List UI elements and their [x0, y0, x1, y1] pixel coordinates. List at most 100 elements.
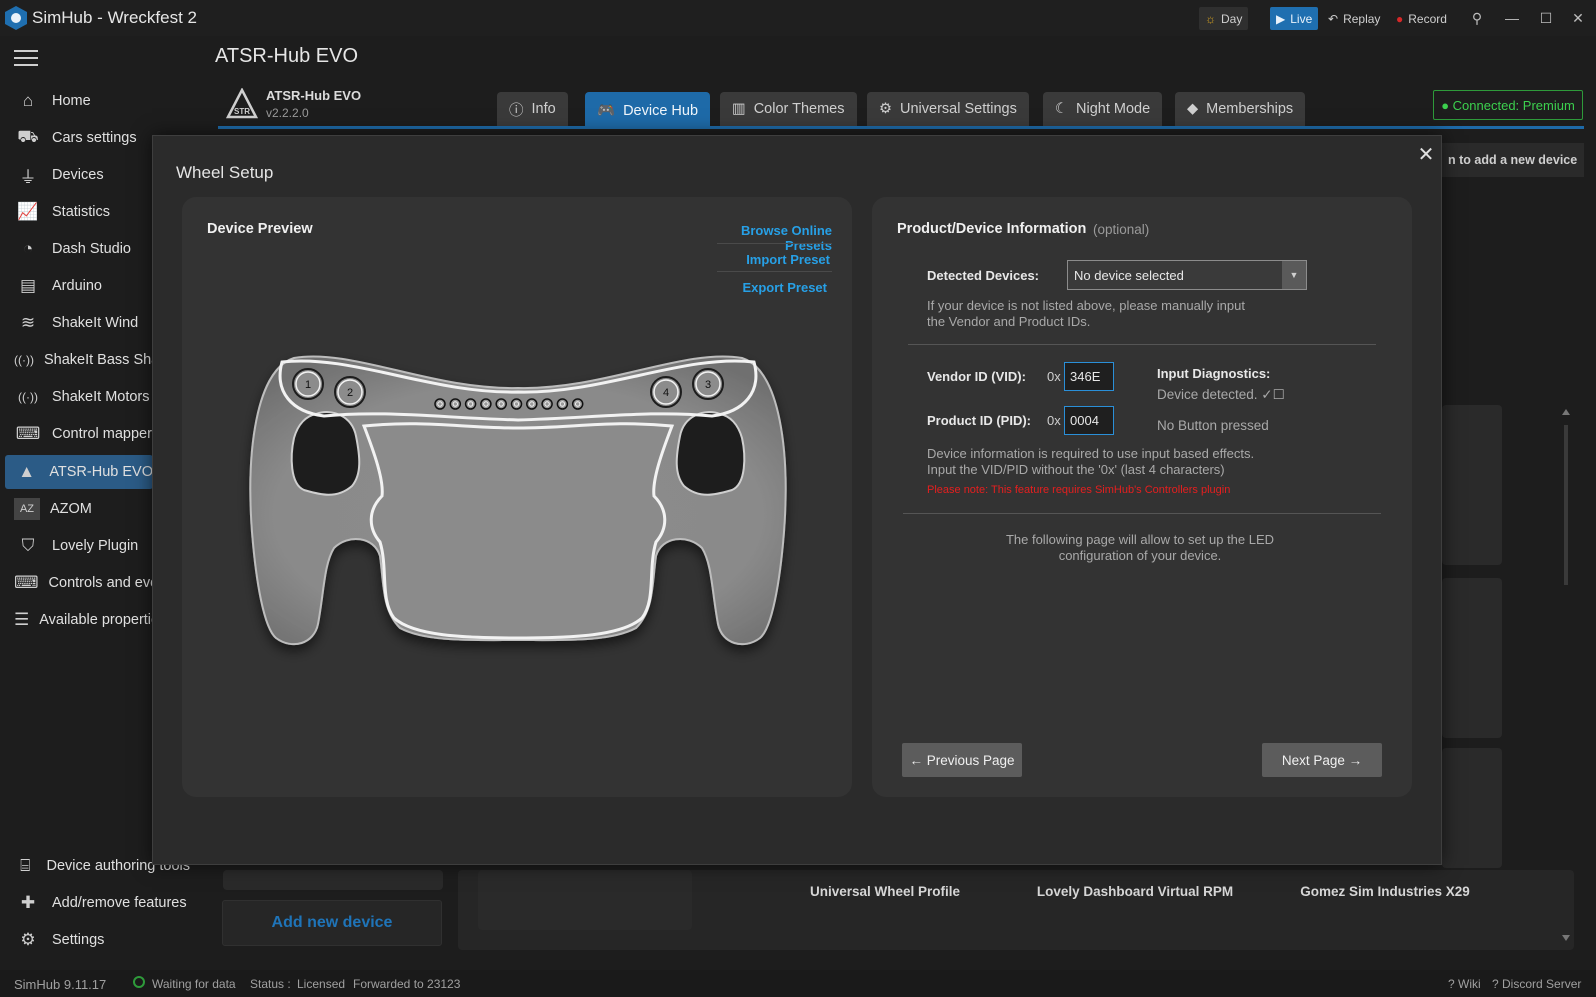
detected-devices-dropdown[interactable]: No device selected ▼: [1067, 260, 1307, 290]
record-button[interactable]: ● Record: [1390, 7, 1453, 30]
puzzle-icon: ✚: [20, 893, 36, 912]
close-icon: ✕: [1572, 9, 1584, 26]
sidebar-item-shakeit-bass[interactable]: ((·)) ShakeIt Bass Shakers: [5, 343, 153, 377]
tab-info[interactable]: ⓘ Info: [497, 92, 568, 126]
sidebar-item-label: Control mapper: [52, 426, 152, 442]
sidebar-item-atsr-hub-evo[interactable]: ▲ ATSR-Hub EVO: [5, 455, 153, 489]
window-title: SimHub - Wreckfest 2: [32, 8, 198, 27]
vibration-icon: ((·)): [18, 390, 38, 404]
sidebar-item-control-mapper[interactable]: ⌨ Control mapper: [5, 417, 153, 451]
close-icon: ✕: [1417, 143, 1435, 166]
previous-page-button[interactable]: ← Previous Page: [902, 743, 1022, 777]
tab-universal-settings[interactable]: ⚙ Universal Settings: [867, 92, 1029, 126]
sidebar-item-arduino[interactable]: ▤ Arduino: [5, 269, 153, 303]
tab-device-hub[interactable]: 🎮 Device Hub: [585, 92, 711, 129]
discord-link[interactable]: ? Discord Server: [1492, 977, 1581, 991]
sidebar-item-add-remove-features[interactable]: ✚ Add/remove features: [5, 886, 190, 920]
day-label: Day: [1221, 11, 1243, 26]
sidebar-item-dash-studio[interactable]: ◔ Dash Studio: [5, 232, 153, 266]
device-card-title: Universal Wheel Profile: [809, 884, 961, 899]
browse-online-presets-link[interactable]: Browse Online Presets: [697, 223, 832, 253]
wiki-link[interactable]: ? Wiki: [1448, 977, 1481, 991]
hint-line: Input the VID/PID without the '0x' (last…: [927, 462, 1225, 477]
gear-icon: ⚙: [20, 930, 36, 949]
status-indicator-icon: [133, 976, 145, 988]
device-info-heading: Product/Device Information: [897, 221, 1087, 237]
tab-memberships[interactable]: ◆ Memberships: [1175, 92, 1306, 126]
arduino-icon: ▤: [19, 276, 37, 295]
product-id-prefix: 0x: [1047, 413, 1061, 428]
vendor-id-prefix: 0x: [1047, 369, 1061, 384]
sidebar-item-label: AZOM: [50, 501, 92, 517]
hint-line: configuration of your device.: [1058, 548, 1222, 563]
controllers-plugin-warning: Please note: This feature requires SimHu…: [927, 484, 1231, 496]
export-preset-link[interactable]: Export Preset: [697, 280, 827, 295]
divider: [717, 271, 832, 272]
button-2: 2: [334, 376, 366, 408]
diamond-icon: ◆: [1187, 101, 1199, 117]
svg-text:STR: STR: [234, 107, 250, 116]
sidebar-item-statistics[interactable]: 📈 Statistics: [5, 195, 153, 229]
device-card[interactable]: [1442, 748, 1502, 868]
vendor-id-input[interactable]: [1064, 362, 1114, 391]
minimize-button[interactable]: —: [1497, 6, 1527, 30]
tab-night-mode[interactable]: ☾ Night Mode: [1043, 92, 1163, 126]
sidebar-item-label: ShakeIt Bass Shakers: [43, 352, 153, 368]
device-card[interactable]: [1442, 578, 1502, 738]
device-card[interactable]: [1442, 405, 1502, 565]
sidebar-item-azom[interactable]: AZ AZOM: [5, 492, 153, 526]
license-status: Licensed: [297, 977, 346, 991]
keyboard-icon: ⌨: [14, 573, 39, 592]
sidebar-item-shakeit-motors[interactable]: ((·)) ShakeIt Motors: [5, 380, 153, 414]
maximize-button[interactable]: ☐: [1531, 6, 1561, 30]
day-mode-toggle[interactable]: ☼ Day: [1199, 7, 1249, 30]
manual-input-hint: If your device is not listed above, plea…: [927, 298, 1245, 330]
pin-icon: ⚲: [1471, 9, 1483, 26]
sidebar-item-devices[interactable]: ⏚ Devices: [5, 158, 153, 192]
led-indicator: [449, 398, 462, 410]
atsr-icon: ▲: [18, 462, 36, 481]
plugin-name: ATSR-Hub EVO: [266, 88, 362, 103]
wind-icon: ≋: [20, 313, 36, 332]
gamepad-icon: 🎮: [597, 103, 616, 119]
import-preset-link[interactable]: Import Preset: [697, 252, 830, 267]
led-indicator: [526, 398, 538, 410]
replay-button[interactable]: ↶ Replay: [1322, 7, 1386, 30]
button-1-label: 1: [305, 379, 311, 391]
status-bar: [0, 970, 1596, 997]
close-window-button[interactable]: ✕: [1563, 6, 1593, 30]
sidebar-item-label: Lovely Plugin: [52, 538, 139, 554]
tab-label: Device Hub: [623, 102, 699, 119]
vendor-id-label: Vendor ID (VID):: [927, 369, 1026, 384]
next-page-button[interactable]: Next Page →: [1262, 743, 1382, 777]
live-button[interactable]: ▶ Live: [1270, 7, 1319, 30]
led-indicator: [541, 398, 553, 410]
toolbox-icon: ⌸: [20, 856, 31, 875]
button-4-label: 4: [663, 387, 669, 399]
led-indicator: [495, 398, 507, 410]
sidebar-item-shakeit-wind[interactable]: ≋ ShakeIt Wind: [5, 306, 153, 340]
device-dropdown[interactable]: [223, 870, 443, 890]
product-id-input[interactable]: [1064, 406, 1114, 435]
tab-color-themes[interactable]: ▥ Color Themes: [720, 92, 857, 126]
detected-devices-label: Detected Devices:: [927, 268, 1039, 283]
sidebar-item-settings[interactable]: ⚙ Settings: [5, 923, 190, 957]
device-preview-heading: Device Preview: [207, 221, 313, 237]
sidebar-item-lovely-plugin[interactable]: ⛉ Lovely Plugin: [5, 529, 153, 563]
pin-button[interactable]: ⚲: [1462, 6, 1492, 30]
tab-label: Info: [531, 101, 556, 117]
sidebar-item-home[interactable]: ⌂ Home: [5, 84, 153, 118]
azom-icon: AZ: [14, 498, 40, 520]
close-dialog-button[interactable]: ✕: [1414, 142, 1438, 166]
menu-toggle-button[interactable]: [14, 50, 38, 68]
button-4: 4: [650, 376, 682, 408]
sidebar-item-cars-settings[interactable]: ⛟ Cars settings: [5, 121, 153, 155]
sidebar-item-controls-events[interactable]: ⌨ Controls and events: [5, 566, 153, 600]
discord-label: Discord Server: [1502, 977, 1582, 991]
scrollbar[interactable]: [1561, 405, 1571, 945]
device-card[interactable]: [478, 870, 692, 930]
add-new-device-button[interactable]: Add new device: [222, 900, 442, 946]
sidebar-item-available-properties[interactable]: ☰ Available properties: [5, 603, 153, 637]
plugin-version: v2.2.2.0: [266, 106, 309, 120]
minimize-icon: —: [1505, 10, 1519, 26]
